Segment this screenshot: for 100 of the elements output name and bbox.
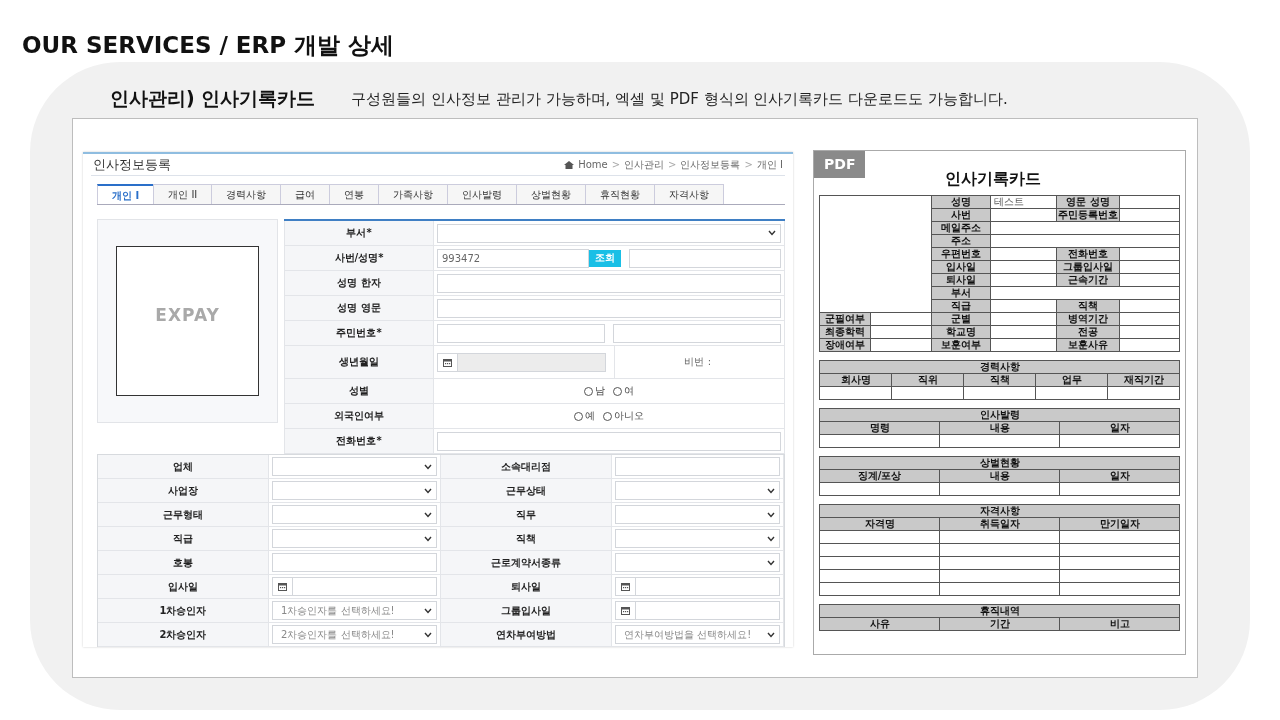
chevron-icon bbox=[424, 631, 432, 638]
tab[interactable]: 연봉 bbox=[329, 184, 380, 204]
select-field[interactable] bbox=[272, 481, 437, 500]
table-cell bbox=[991, 300, 1056, 312]
table-header-cell: 징계/포상 bbox=[820, 470, 939, 482]
breadcrumb-separator: > bbox=[668, 159, 677, 170]
field-label: 1차승인자 bbox=[98, 599, 269, 623]
field-label: 업체 bbox=[98, 455, 269, 479]
table-cell bbox=[1120, 313, 1179, 325]
table-header-cell: 내용 bbox=[940, 470, 1059, 482]
select-field[interactable] bbox=[272, 529, 437, 548]
field-label: 외국인여부 bbox=[284, 404, 434, 429]
breadcrumb-item[interactable]: 개인 I bbox=[756, 157, 783, 172]
text-field[interactable] bbox=[272, 553, 437, 572]
table-cell bbox=[1036, 387, 1107, 399]
table-header-cell: 부서 bbox=[932, 287, 990, 299]
table-cell bbox=[991, 261, 1056, 273]
table-cell bbox=[1120, 274, 1179, 286]
select-field[interactable] bbox=[437, 223, 781, 243]
table-header-cell: 장애여부 bbox=[820, 339, 870, 351]
table-header-cell: 주민등록번호 bbox=[1057, 209, 1119, 221]
text-field[interactable] bbox=[437, 431, 781, 451]
table-cell bbox=[871, 326, 931, 338]
date-field[interactable] bbox=[272, 577, 437, 596]
text-field[interactable] bbox=[613, 323, 781, 343]
name-field[interactable] bbox=[629, 248, 781, 268]
radio-button[interactable] bbox=[584, 386, 593, 396]
tab[interactable]: 급여 bbox=[280, 184, 331, 204]
field-label: 직책 bbox=[441, 527, 612, 551]
select-field[interactable] bbox=[272, 457, 437, 476]
radio-button[interactable] bbox=[613, 386, 622, 396]
pdf-badge: PDF bbox=[814, 151, 866, 178]
table-cell bbox=[1120, 300, 1179, 312]
table-cell bbox=[1120, 261, 1179, 273]
breadcrumb-separator: > bbox=[744, 159, 753, 170]
table-cell bbox=[871, 313, 931, 325]
select-field[interactable] bbox=[615, 553, 780, 572]
table-cell bbox=[991, 326, 1056, 338]
field-label: 사업장 bbox=[98, 479, 269, 503]
select-field[interactable] bbox=[615, 529, 780, 548]
tab[interactable]: 자격사항 bbox=[654, 184, 725, 204]
select-field[interactable] bbox=[615, 505, 780, 524]
date-field[interactable] bbox=[615, 601, 780, 620]
table-header-cell: 재직기간 bbox=[1108, 374, 1179, 386]
field-label: 사번/성명* bbox=[284, 246, 434, 271]
tab[interactable]: 경력사항 bbox=[211, 184, 282, 204]
breadcrumb-item[interactable]: Home bbox=[578, 159, 608, 170]
table-header-cell: 우편번호 bbox=[932, 248, 990, 260]
table-header-cell: 직위 bbox=[892, 374, 963, 386]
radio-button[interactable] bbox=[574, 411, 583, 421]
select-field[interactable]: 연차부여방법을 선택하세요! bbox=[615, 625, 780, 644]
field-label: 성별 bbox=[284, 379, 434, 404]
field-label: 소속대리점 bbox=[441, 455, 612, 479]
breadcrumb-item[interactable]: 인사정보등록 bbox=[680, 157, 741, 172]
text-field[interactable] bbox=[437, 273, 781, 293]
employee-number-field[interactable]: 993472 bbox=[437, 248, 589, 268]
table-title: 경력사항 bbox=[820, 361, 1179, 373]
text-field[interactable] bbox=[437, 323, 605, 343]
table-header-cell: 사번 bbox=[932, 209, 990, 221]
select-field[interactable]: 2차승인자를 선택하세요! bbox=[272, 625, 437, 644]
table-header-cell: 일자 bbox=[1060, 422, 1179, 434]
chevron-icon bbox=[767, 535, 775, 542]
field-label: 직무 bbox=[441, 503, 612, 527]
select-field[interactable] bbox=[615, 481, 780, 500]
table-header-cell: 직책 bbox=[1057, 300, 1119, 312]
tab[interactable]: 개인 II bbox=[153, 184, 213, 204]
table-cell bbox=[1120, 248, 1179, 260]
breadcrumb-item[interactable]: 인사관리 bbox=[624, 157, 665, 172]
table-cell: 테스트 bbox=[991, 196, 1056, 208]
radio-label: 여 bbox=[624, 384, 634, 398]
table-cell bbox=[1120, 339, 1179, 351]
select-field[interactable] bbox=[272, 505, 437, 524]
table-header-cell: 자격명 bbox=[820, 518, 939, 530]
select-field[interactable]: 1차승인자를 선택하세요! bbox=[272, 601, 437, 620]
table-header-cell: 입사일 bbox=[932, 261, 990, 273]
table-header-cell: 학교명 bbox=[932, 326, 990, 338]
text-field[interactable] bbox=[615, 457, 780, 476]
tab[interactable]: 휴직현황 bbox=[585, 184, 656, 204]
tab[interactable]: 인사발령 bbox=[447, 184, 518, 204]
radio-label: 아니오 bbox=[614, 409, 644, 423]
calendar-icon bbox=[621, 606, 630, 615]
field-label: 근로계약서종류 bbox=[441, 551, 612, 575]
tab[interactable]: 상벌현황 bbox=[516, 184, 587, 204]
table-cell bbox=[964, 387, 1035, 399]
table-header-cell: 군필여부 bbox=[820, 313, 870, 325]
date-field[interactable] bbox=[615, 577, 780, 596]
chevron-icon bbox=[767, 511, 775, 518]
table-header-cell: 주소 bbox=[932, 235, 990, 247]
text-field[interactable] bbox=[437, 298, 781, 318]
tab[interactable]: 개인 I bbox=[97, 184, 155, 204]
radio-label: 예 bbox=[585, 409, 595, 423]
radio-button[interactable] bbox=[603, 411, 612, 421]
chevron-icon bbox=[767, 559, 775, 566]
field-label: 그룹입사일 bbox=[441, 599, 612, 623]
table-header-cell: 메일주소 bbox=[932, 222, 990, 234]
table-cell bbox=[991, 274, 1056, 286]
tab[interactable]: 가족사항 bbox=[378, 184, 449, 204]
table-cell bbox=[991, 339, 1056, 351]
field-label: 생년월일 bbox=[284, 346, 434, 379]
field-label: 퇴사일 bbox=[441, 575, 612, 599]
